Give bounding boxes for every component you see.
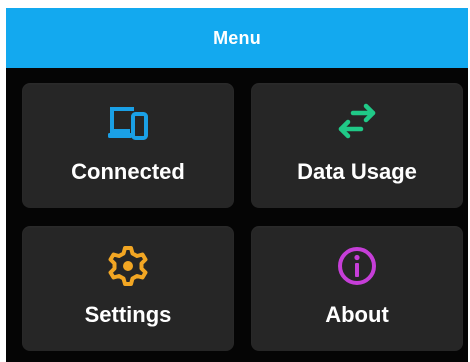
- devices-icon: [22, 101, 234, 145]
- screen: Menu Connected Data Usage Settings About: [0, 0, 470, 362]
- data-usage-button[interactable]: Data Usage: [251, 83, 463, 208]
- swap-arrows-icon: [251, 101, 463, 145]
- about-button[interactable]: About: [251, 226, 463, 351]
- info-icon: [251, 244, 463, 288]
- about-label: About: [325, 302, 389, 327]
- header-bar: Menu: [6, 8, 468, 68]
- settings-label: Settings: [84, 302, 172, 327]
- menu-screen: Menu Connected Data Usage Settings About: [6, 8, 468, 362]
- connected-button[interactable]: Connected: [22, 83, 234, 208]
- settings-button[interactable]: Settings: [22, 226, 234, 351]
- connected-label: Connected: [71, 159, 185, 184]
- data-usage-label: Data Usage: [297, 159, 417, 184]
- page-title: Menu: [213, 27, 261, 48]
- gear-icon: [22, 244, 234, 288]
